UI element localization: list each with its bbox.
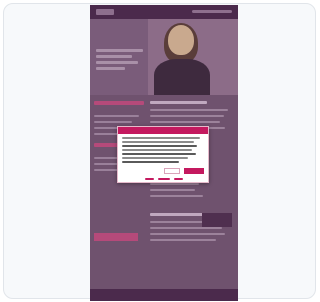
dialog-header [118,127,208,134]
dialog-links [145,178,185,181]
hero-text-block [96,49,148,73]
dialog-link[interactable] [145,178,154,180]
accept-button[interactable] [184,168,204,174]
site-top-bar [90,5,238,19]
cookie-consent-dialog [117,126,209,183]
dialog-body-text [118,134,208,163]
content-thumbnail [202,213,232,227]
site-nav[interactable] [192,10,232,13]
dialog-link[interactable] [174,178,183,180]
site-logo [96,9,114,15]
hero-portrait-image [148,19,238,99]
settings-button[interactable] [164,168,180,174]
site-footer [90,289,238,301]
dialog-button-group [164,168,204,174]
sidebar-button[interactable] [94,233,138,241]
sidebar-heading-bar [94,101,144,105]
dialog-link[interactable] [158,178,170,180]
